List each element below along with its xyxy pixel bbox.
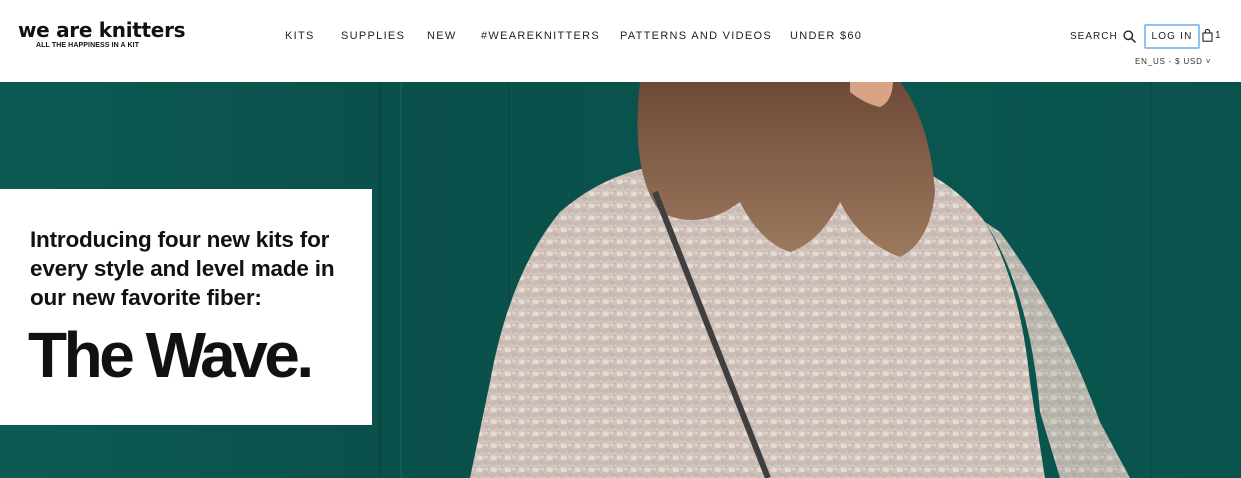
nav-item-new[interactable]: NEW	[427, 30, 457, 42]
search-icon	[1123, 30, 1136, 43]
main-nav: KITS SUPPLIES NEW #WEAREKNITTERS PATTERN…	[0, 30, 1241, 44]
chevron-down-icon: ˅	[1205, 57, 1212, 66]
cart-button[interactable]: 1	[1202, 29, 1221, 42]
promo-card[interactable]: Introducing four new kits for every styl…	[0, 189, 372, 425]
hero-banner[interactable]: Introducing four new kits for every styl…	[0, 82, 1241, 478]
search-button[interactable]: SEARCH	[1070, 30, 1136, 43]
shopping-bag-icon	[1202, 29, 1213, 42]
nav-item-supplies[interactable]: SUPPLIES	[341, 30, 405, 42]
nav-item-weareknitters[interactable]: #WEAREKNITTERS	[481, 30, 600, 42]
search-label: SEARCH	[1070, 31, 1118, 42]
nav-item-under-60[interactable]: UNDER $60	[790, 30, 862, 42]
promo-headline: The Wave.	[28, 319, 314, 391]
nav-item-kits[interactable]: KITS	[285, 30, 315, 42]
cart-count: 1	[1215, 30, 1221, 41]
nav-item-patterns-and-videos[interactable]: PATTERNS AND VIDEOS	[620, 30, 772, 42]
site-header: we are knitters ALL THE HAPPINESS IN A K…	[0, 0, 1241, 82]
locale-label: EN_US - $ USD	[1135, 57, 1203, 66]
locale-currency-selector[interactable]: EN_US - $ USD ˅	[1135, 57, 1211, 66]
login-button[interactable]: LOG IN	[1144, 24, 1200, 49]
promo-intro-text: Introducing four new kits for every styl…	[30, 227, 335, 310]
